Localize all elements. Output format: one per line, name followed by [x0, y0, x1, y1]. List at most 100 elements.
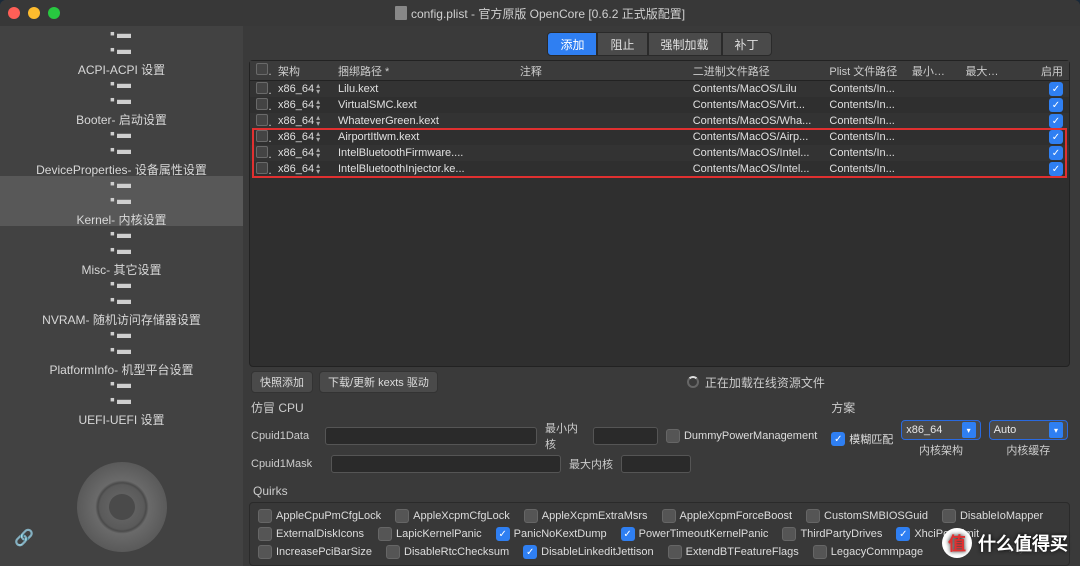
body: ▪▬▪▬ACPI-ACPI 设置▪▬▪▬Booter- 启动设置▪▬▪▬Devi… — [0, 26, 1080, 566]
row-checkbox[interactable] — [256, 162, 268, 174]
col-comment[interactable]: 注释 — [514, 63, 687, 79]
row-checkbox[interactable] — [256, 146, 268, 158]
quirk-AppleXcpmForceBoost[interactable]: AppleXcpmForceBoost — [662, 509, 793, 523]
enabled-checkbox[interactable]: ✓ — [1049, 146, 1063, 160]
app-window: config.plist - 官方原版 OpenCore [0.6.2 正式版配… — [0, 0, 1080, 566]
table-row[interactable]: x86_64▴▾WhateverGreen.kextContents/MacOS… — [250, 113, 1069, 129]
list-icon: ▪▬▪▬ — [110, 325, 133, 357]
table-row[interactable]: x86_64▴▾IntelBluetoothInjector.ke...Cont… — [250, 161, 1069, 177]
stepper-icon[interactable]: ▴▾ — [316, 83, 320, 95]
download-kexts-button[interactable]: 下载/更新 kexts 驱动 — [319, 371, 438, 393]
table-row[interactable]: x86_64▴▾AirportItlwm.kextContents/MacOS/… — [250, 129, 1069, 145]
cpuid1mask-input[interactable] — [331, 455, 561, 473]
sidebar-item-5[interactable]: ▪▬▪▬NVRAM- 随机访问存储器设置 — [0, 276, 243, 326]
kernel-cache-select[interactable]: Auto▾ — [989, 420, 1068, 440]
tab-1[interactable]: 阻止 — [597, 32, 647, 56]
kernel-cache-label: 内核缓存 — [989, 442, 1068, 458]
sidebar-item-4[interactable]: ▪▬▪▬Misc- 其它设置 — [0, 226, 243, 276]
row-checkbox[interactable] — [256, 98, 268, 110]
sidebar-item-2[interactable]: ▪▬▪▬DeviceProperties- 设备属性设置 — [0, 126, 243, 176]
tab-3[interactable]: 补丁 — [722, 32, 772, 56]
col-arch[interactable]: 架构 — [272, 63, 332, 79]
quirk-DisableIoMapper[interactable]: DisableIoMapper — [942, 509, 1043, 523]
row-checkbox[interactable] — [256, 82, 268, 94]
enabled-checkbox[interactable]: ✓ — [1049, 162, 1063, 176]
checkbox-icon — [662, 509, 676, 523]
quirk-AppleCpuPmCfgLock[interactable]: AppleCpuPmCfgLock — [258, 509, 381, 523]
enabled-checkbox[interactable]: ✓ — [1049, 114, 1063, 128]
checkbox-icon — [813, 545, 827, 559]
checkbox-icon: ✓ — [896, 527, 910, 541]
cpuid1data-input[interactable] — [325, 427, 537, 445]
quirk-PanicNoKextDump[interactable]: ✓PanicNoKextDump — [496, 527, 607, 541]
quirk-LapicKernelPanic[interactable]: LapicKernelPanic — [378, 527, 482, 541]
tab-bar: 添加阻止强制加载补丁 — [249, 32, 1070, 56]
scheme-panel: 方案 ✓模糊匹配 x86_64▾ 内核架构 Auto▾ 内核缓存 — [831, 399, 1068, 476]
checkbox-icon — [258, 527, 272, 541]
col-enabled[interactable]: 启用 — [1013, 63, 1069, 79]
enabled-checkbox[interactable]: ✓ — [1049, 82, 1063, 96]
table-row[interactable]: x86_64▴▾VirtualSMC.kextContents/MacOS/Vi… — [250, 97, 1069, 113]
quirk-ThirdPartyDrives[interactable]: ThirdPartyDrives — [782, 527, 882, 541]
quirk-AppleXcpmExtraMsrs[interactable]: AppleXcpmExtraMsrs — [524, 509, 648, 523]
stepper-icon[interactable]: ▴▾ — [316, 131, 320, 143]
row-checkbox[interactable] — [256, 114, 268, 126]
kernel-arch-select[interactable]: x86_64▾ — [901, 420, 980, 440]
tab-2[interactable]: 强制加载 — [648, 32, 722, 56]
list-icon: ▪▬▪▬ — [110, 375, 133, 407]
fuzzy-match-checkbox[interactable]: ✓模糊匹配 — [831, 431, 893, 447]
watermark-icon: 值 — [942, 528, 972, 558]
quirk-AppleXcpmCfgLock[interactable]: AppleXcpmCfgLock — [395, 509, 510, 523]
quirk-IncreasePciBarSize[interactable]: IncreasePciBarSize — [258, 545, 372, 559]
tab-0[interactable]: 添加 — [547, 32, 597, 56]
stepper-icon[interactable]: ▴▾ — [316, 147, 320, 159]
col-execpath[interactable]: 二进制文件路径 — [687, 63, 824, 79]
scheme-title: 方案 — [831, 399, 1068, 416]
checkbox-icon: ✓ — [496, 527, 510, 541]
quirk-CustomSMBIOSGuid[interactable]: CustomSMBIOSGuid — [806, 509, 928, 523]
fake-cpu-title: 仿冒 CPU — [251, 399, 817, 416]
checkbox-icon — [668, 545, 682, 559]
quirk-DisableLinkeditJettison[interactable]: ✓DisableLinkeditJettison — [523, 545, 654, 559]
quirk-DisableRtcChecksum[interactable]: DisableRtcChecksum — [386, 545, 509, 559]
share-icon[interactable]: 🔗 — [14, 528, 34, 548]
table-header: 架构 捆绑路径 * 注释 二进制文件路径 Plist 文件路径 最小内核 最大内… — [250, 61, 1069, 81]
select-all-checkbox[interactable] — [256, 63, 268, 75]
col-bundlepath[interactable]: 捆绑路径 * — [332, 63, 514, 79]
table-row[interactable]: x86_64▴▾IntelBluetoothFirmware....Conten… — [250, 145, 1069, 161]
col-maxkernel[interactable]: 最大内核 — [959, 63, 1013, 79]
quirk-ExternalDiskIcons[interactable]: ExternalDiskIcons — [258, 527, 364, 541]
cpuid1data-label: Cpuid1Data — [251, 430, 317, 442]
col-minkernel[interactable]: 最小内核 — [906, 63, 960, 79]
table-row[interactable]: x86_64▴▾Lilu.kextContents/MacOS/LiluCont… — [250, 81, 1069, 97]
list-icon: ▪▬▪▬ — [110, 275, 133, 307]
checkbox-icon — [258, 545, 272, 559]
fake-cpu-panel: 仿冒 CPU Cpuid1Data 最小内核 DummyPowerManagem… — [251, 399, 817, 476]
config-panels: 仿冒 CPU Cpuid1Data 最小内核 DummyPowerManagem… — [249, 397, 1070, 482]
quirk-PowerTimeoutKernelPanic[interactable]: ✓PowerTimeoutKernelPanic — [621, 527, 769, 541]
row-checkbox[interactable] — [256, 130, 268, 142]
quick-add-button[interactable]: 快照添加 — [251, 371, 313, 393]
document-icon — [395, 6, 407, 20]
sidebar-item-0[interactable]: ▪▬▪▬ACPI-ACPI 设置 — [0, 26, 243, 76]
sidebar-item-3[interactable]: ▪▬▪▬Kernel- 内核设置 — [0, 176, 243, 226]
stepper-icon[interactable]: ▴▾ — [316, 115, 320, 127]
sidebar-item-1[interactable]: ▪▬▪▬Booter- 启动设置 — [0, 76, 243, 126]
checkbox-icon — [942, 509, 956, 523]
quirk-LegacyCommpage[interactable]: LegacyCommpage — [813, 545, 923, 559]
sidebar-item-7[interactable]: ▪▬▪▬UEFI-UEFI 设置 — [0, 376, 243, 426]
stepper-icon[interactable]: ▴▾ — [316, 163, 320, 175]
minkernel-input[interactable] — [593, 427, 658, 445]
cpuid1mask-label: Cpuid1Mask — [251, 458, 323, 470]
maxkernel-input[interactable] — [621, 455, 691, 473]
maxkernel-label: 最大内核 — [569, 456, 613, 472]
sidebar-item-6[interactable]: ▪▬▪▬PlatformInfo- 机型平台设置 — [0, 326, 243, 376]
checkbox-icon — [378, 527, 392, 541]
list-icon: ▪▬▪▬ — [110, 125, 133, 157]
quirk-ExtendBTFeatureFlags[interactable]: ExtendBTFeatureFlags — [668, 545, 799, 559]
dummy-power-checkbox[interactable]: DummyPowerManagement — [666, 429, 817, 443]
col-plistpath[interactable]: Plist 文件路径 — [823, 63, 905, 79]
enabled-checkbox[interactable]: ✓ — [1049, 98, 1063, 112]
enabled-checkbox[interactable]: ✓ — [1049, 130, 1063, 144]
stepper-icon[interactable]: ▴▾ — [316, 99, 320, 111]
